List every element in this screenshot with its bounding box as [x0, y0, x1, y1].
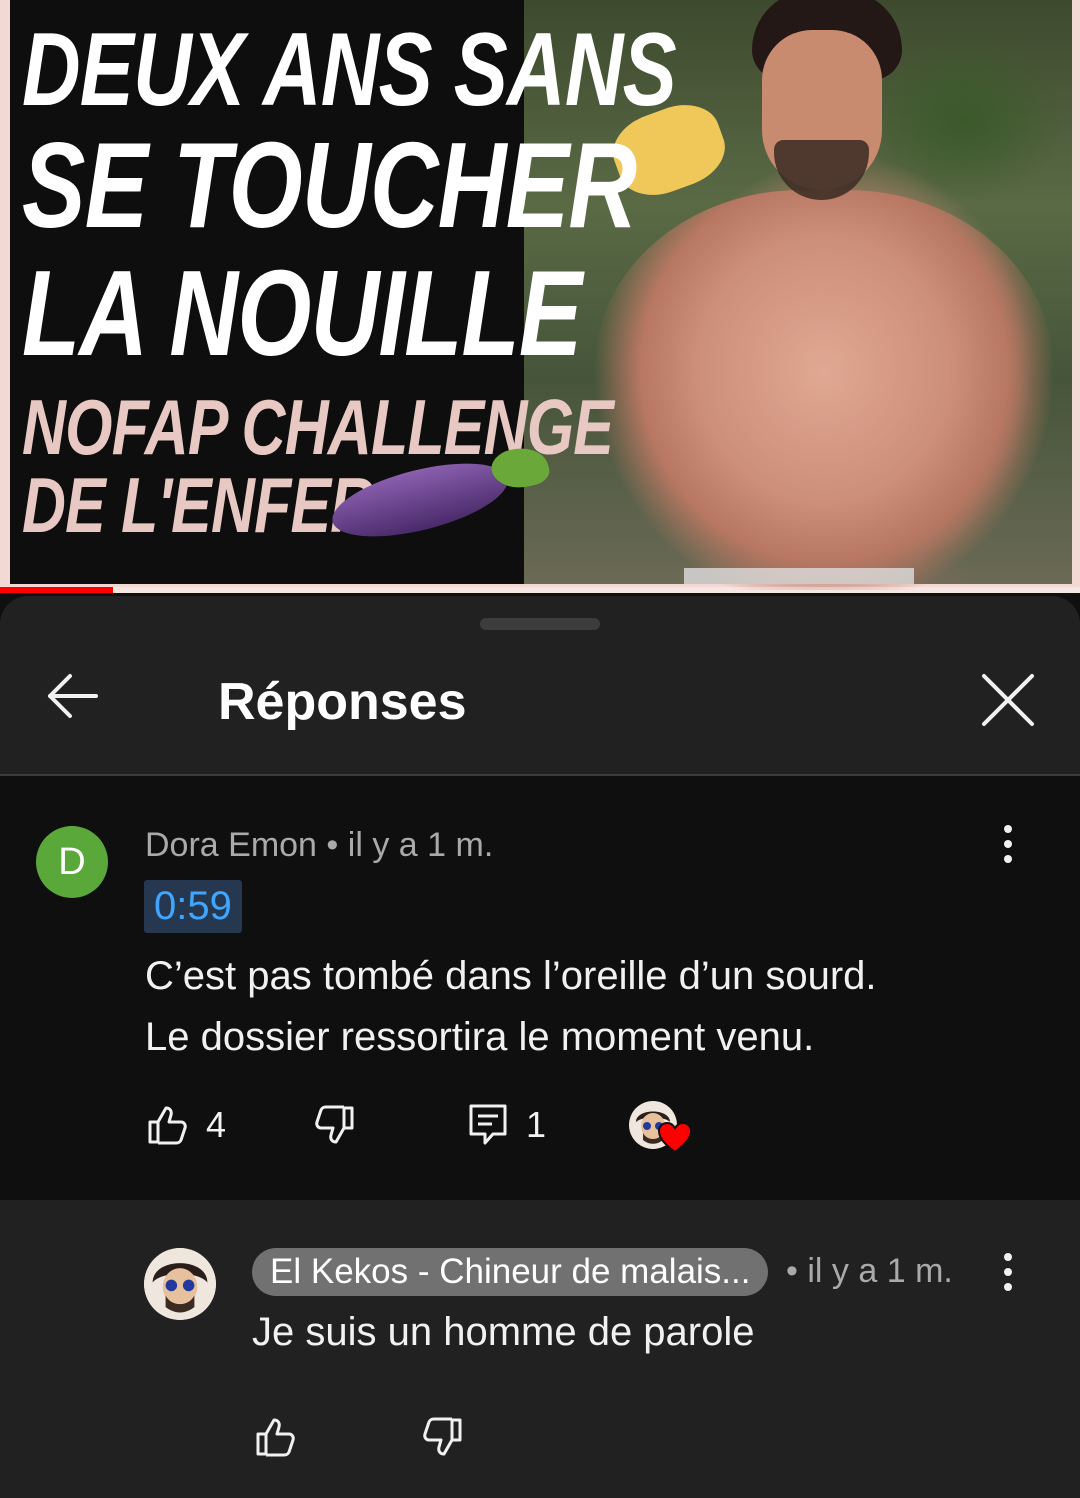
dot-icon [1004, 1283, 1012, 1291]
panel-title: Réponses [218, 673, 467, 731]
comment-author[interactable]: Dora Emon [145, 826, 317, 864]
like-button[interactable]: 4 [146, 1090, 226, 1160]
comment-age: il y a 1 m. [347, 826, 494, 864]
comment-meta: Dora Emon • il y a 1 m. [145, 826, 493, 865]
thumb-down-icon [423, 1417, 462, 1456]
dot-icon [1004, 855, 1012, 863]
thumbnail-line-2: SE TOUCHER [22, 117, 637, 253]
like-button[interactable] [254, 1402, 296, 1472]
dot-icon [1004, 840, 1012, 848]
panel-header: Réponses [0, 636, 1080, 776]
thumbnail-line-3: LA NOUILLE [22, 245, 582, 381]
reply-meta: • il y a 1 m. [786, 1252, 953, 1291]
creator-author-chip[interactable]: El Kekos - Chineur de malais... [252, 1248, 769, 1296]
dot-icon [1004, 1253, 1012, 1261]
creator-avatar-icon [144, 1248, 216, 1320]
replies-panel: Réponses D Dora Emon • il y a 1 m. 0:59 … [0, 596, 1080, 1498]
close-button[interactable] [972, 664, 1044, 736]
thumb-up-icon [148, 1106, 187, 1145]
avatar-letter: D [58, 840, 86, 883]
like-count: 4 [206, 1104, 227, 1145]
video-progress-fill [0, 587, 114, 593]
comment-text: C’est pas tombé dans l’oreille d’un sour… [145, 946, 1025, 1068]
meta-separator: • [326, 826, 348, 864]
drag-handle[interactable] [480, 618, 600, 630]
comment-actions: 4 1 [0, 1090, 1080, 1170]
creator-heart [628, 1100, 696, 1160]
dislike-button[interactable] [422, 1402, 464, 1472]
comment-text-line: C’est pas tombé dans l’oreille d’un sour… [145, 954, 877, 998]
thumbnail-line-4: NOFAP CHALLENGE [22, 383, 614, 471]
arrow-left-icon [48, 674, 98, 718]
thumb-up-icon [256, 1418, 295, 1457]
heart-icon [658, 1122, 692, 1154]
comment-age: il y a 1 m. [807, 1252, 953, 1290]
thumbnail-line-1: DEUX ANS SANS [22, 12, 677, 128]
dot-icon [1004, 1268, 1012, 1276]
dot-icon [1004, 825, 1012, 833]
reply-button[interactable]: 1 [468, 1090, 546, 1160]
more-options-button[interactable] [984, 1242, 1032, 1302]
close-icon [982, 674, 1034, 726]
timestamp-link[interactable]: 0:59 [144, 880, 242, 933]
video-progress-bar[interactable] [0, 587, 1080, 593]
comment-icon [469, 1104, 507, 1145]
avatar[interactable] [144, 1248, 216, 1320]
thumb-down-icon [315, 1105, 354, 1144]
thumbnail-torso [594, 190, 1054, 590]
comment-text-line: Le dossier ressortira le moment venu. [145, 1015, 815, 1059]
reply-comment: El Kekos - Chineur de malais... • il y a… [0, 1200, 1080, 1498]
video-player[interactable]: DEUX ANS SANS SE TOUCHER LA NOUILLE NOFA… [0, 0, 1080, 593]
meta-separator: • [786, 1252, 808, 1290]
parent-comment: D Dora Emon • il y a 1 m. 0:59 C’est pas… [0, 776, 1080, 1200]
thumbnail-title: DEUX ANS SANS SE TOUCHER LA NOUILLE NOFA… [22, 12, 677, 544]
thumbnail-waistband [684, 568, 914, 584]
reply-count: 1 [526, 1104, 547, 1145]
reply-text: Je suis un homme de parole [252, 1310, 755, 1354]
dislike-button[interactable] [314, 1090, 356, 1160]
more-options-button[interactable] [984, 814, 1032, 874]
back-button[interactable] [40, 664, 104, 728]
avatar[interactable]: D [36, 826, 108, 898]
